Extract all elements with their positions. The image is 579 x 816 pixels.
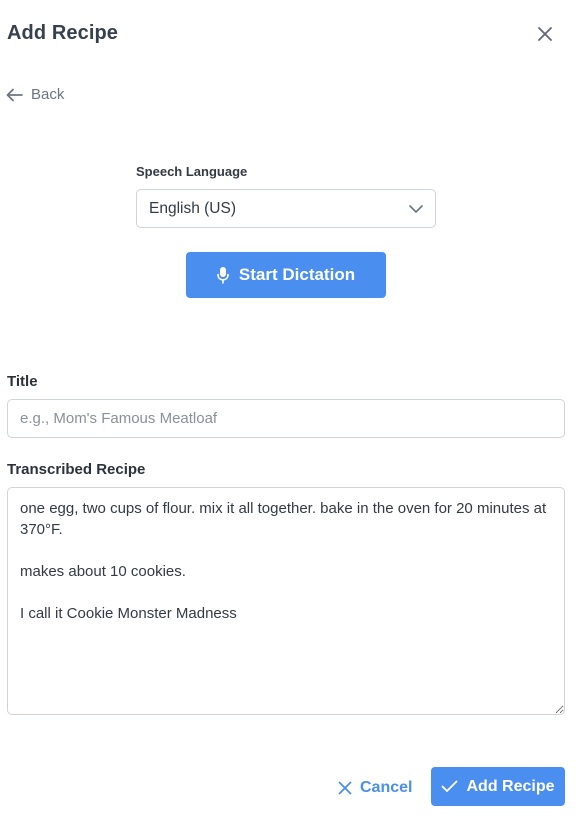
start-dictation-button[interactable]: Start Dictation (186, 252, 386, 298)
check-icon (441, 780, 458, 793)
page-title: Add Recipe (7, 22, 119, 44)
x-icon (338, 781, 352, 795)
close-icon (537, 26, 553, 42)
back-label: Back (31, 86, 65, 103)
title-label: Title (7, 373, 38, 390)
speech-language-select[interactable]: English (US) (136, 189, 436, 228)
chevron-down-icon (409, 204, 423, 213)
microphone-icon (217, 266, 229, 284)
add-recipe-label: Add Recipe (466, 777, 555, 795)
arrow-left-icon (6, 88, 23, 102)
back-link[interactable]: Back (6, 86, 64, 103)
transcribed-recipe-textarea[interactable]: one egg, two cups of flour. mix it all t… (7, 487, 565, 715)
speech-language-value: English (US) (149, 199, 236, 217)
cancel-label: Cancel (360, 779, 413, 796)
title-input[interactable] (7, 399, 565, 438)
add-recipe-button[interactable]: Add Recipe (431, 767, 565, 806)
close-button[interactable] (533, 22, 557, 46)
speech-language-label: Speech Language (136, 164, 248, 179)
cancel-button[interactable]: Cancel (338, 774, 412, 802)
start-dictation-label: Start Dictation (238, 265, 356, 284)
transcribed-recipe-label: Transcribed Recipe (7, 461, 146, 478)
